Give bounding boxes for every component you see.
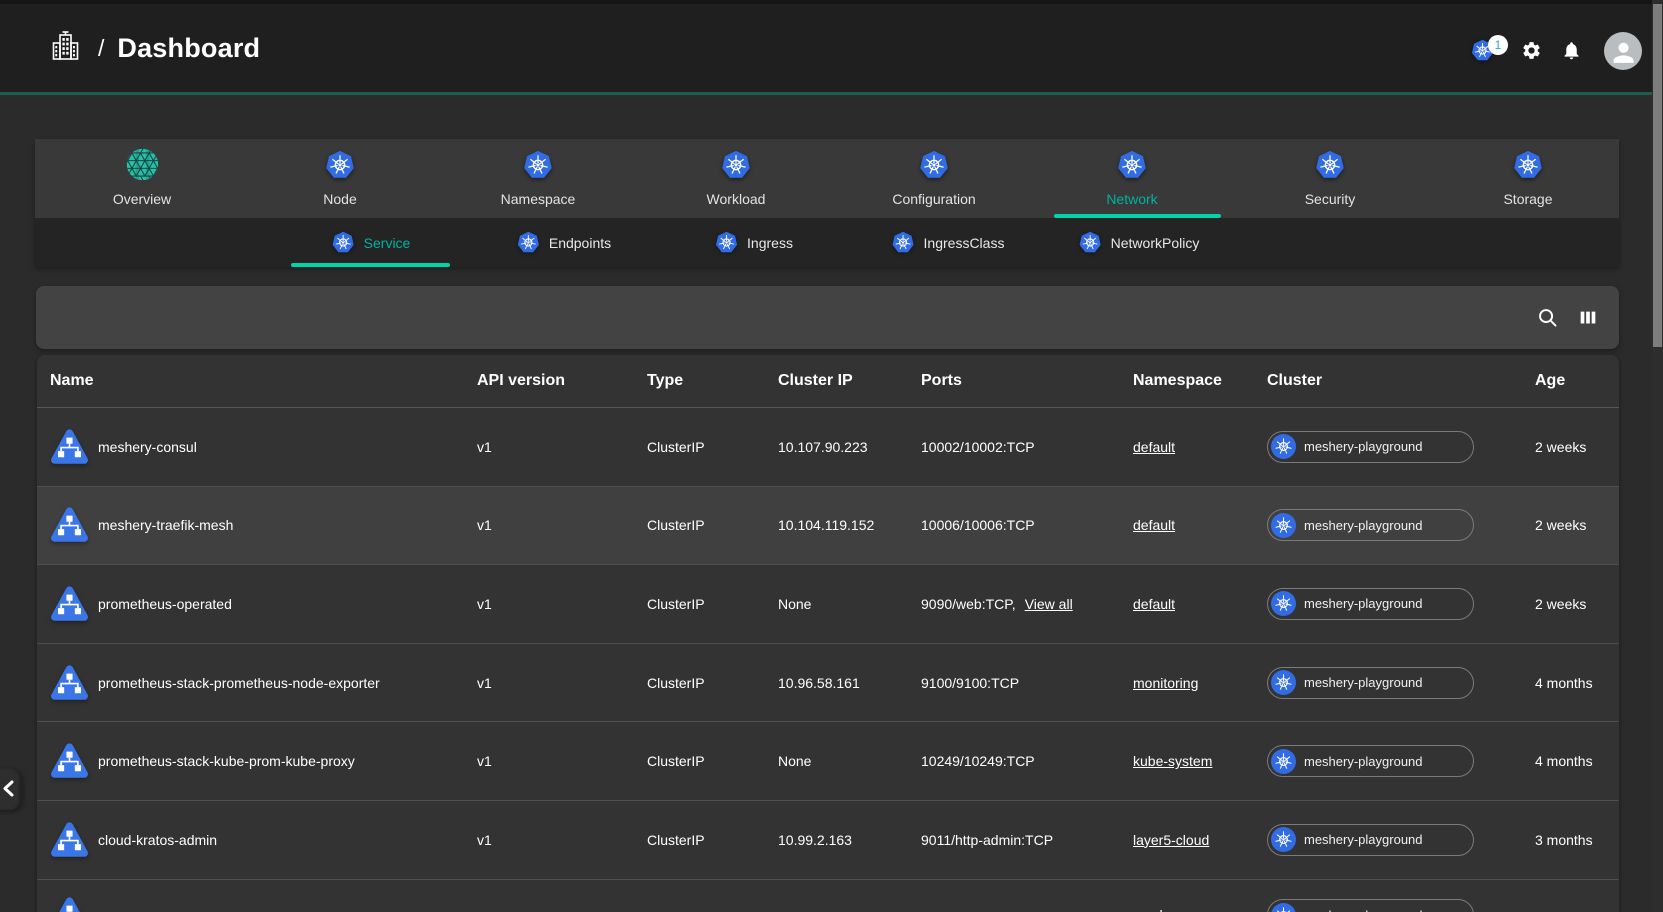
resource-tabbar: Overview Node Namespace Workload Configu…: [35, 139, 1619, 218]
buildings-icon[interactable]: [52, 31, 79, 65]
tab-security[interactable]: Security: [1231, 139, 1429, 218]
kubernetes-icon: [1271, 513, 1296, 538]
settings-gear-icon[interactable]: [1521, 40, 1542, 61]
column-header-age[interactable]: Age: [1535, 372, 1565, 390]
table-row[interactable]: cloud-kratos-admin v1 ClusterIP 10.99.2.…: [37, 801, 1619, 880]
service-resource-icon: [49, 662, 90, 703]
kubernetes-icon: [332, 231, 355, 254]
namespace-link[interactable]: default: [1133, 596, 1175, 612]
kubernetes-icon: [919, 147, 949, 182]
cluster-chip[interactable]: meshery-playground: [1267, 667, 1474, 699]
kubernetes-icon: [721, 147, 751, 182]
kubernetes-icon: [1315, 147, 1345, 182]
view-all-ports-link[interactable]: View all: [1025, 596, 1073, 612]
cluster-chip[interactable]: meshery-playground: [1267, 745, 1474, 777]
tab-node[interactable]: Node: [241, 139, 439, 218]
namespace-link[interactable]: kube-system: [1133, 753, 1212, 769]
notifications-bell-icon[interactable]: [1561, 40, 1582, 61]
table-row[interactable]: meshery meshery-playground: [37, 880, 1619, 912]
table-row[interactable]: meshery-traefik-mesh v1 ClusterIP 10.104…: [37, 487, 1619, 566]
breadcrumb: / Dashboard: [52, 31, 260, 65]
table-row[interactable]: meshery-consul v1 ClusterIP 10.107.90.22…: [37, 408, 1619, 487]
cluster-chip[interactable]: meshery-playground: [1267, 431, 1474, 463]
subtab-endpoints[interactable]: Endpoints: [517, 218, 611, 267]
service-resource-icon: [49, 741, 90, 782]
kubernetes-icon: [1079, 231, 1102, 254]
selected-subtab-indicator: [291, 263, 450, 267]
user-avatar[interactable]: [1604, 32, 1642, 70]
tab-workload[interactable]: Workload: [637, 139, 835, 218]
sidebar-collapse-handle[interactable]: [0, 768, 21, 810]
services-table: Name API version Type Cluster IP Ports N…: [37, 355, 1619, 912]
service-resource-icon: [49, 895, 90, 912]
page-scrollbar-thumb[interactable]: [1653, 4, 1662, 347]
chevron-left-icon: [2, 780, 14, 797]
column-header-api-version[interactable]: API version: [477, 372, 565, 390]
kubernetes-icon: [1271, 591, 1296, 616]
tab-network[interactable]: Network: [1033, 139, 1231, 218]
column-header-name[interactable]: Name: [50, 372, 94, 390]
subtab-networkpolicy[interactable]: NetworkPolicy: [1079, 218, 1200, 267]
kubernetes-icon: [892, 231, 915, 254]
tab-configuration[interactable]: Configuration: [835, 139, 1033, 218]
column-header-cluster[interactable]: Cluster: [1267, 372, 1322, 390]
kubernetes-resource-tabs-card: Overview Node Namespace Workload Configu…: [35, 139, 1619, 267]
cluster-chip[interactable]: meshery-playground: [1267, 824, 1474, 856]
breadcrumb-separator: /: [98, 35, 104, 62]
kubernetes-icon: [1271, 903, 1296, 912]
service-resource-icon: [49, 426, 90, 467]
subtab-ingress[interactable]: Ingress: [715, 218, 793, 267]
meshery-logo-icon: [126, 147, 159, 182]
kubernetes-icon: [1271, 434, 1296, 459]
page-title: Dashboard: [117, 33, 260, 64]
namespace-link[interactable]: default: [1133, 517, 1175, 533]
view-columns-icon[interactable]: [1577, 307, 1599, 329]
namespace-link[interactable]: monitoring: [1133, 675, 1198, 691]
column-header-type[interactable]: Type: [647, 372, 683, 390]
column-header-namespace[interactable]: Namespace: [1133, 372, 1222, 390]
column-header-cluster-ip[interactable]: Cluster IP: [778, 372, 853, 390]
table-row[interactable]: prometheus-stack-kube-prom-kube-proxy v1…: [37, 722, 1619, 801]
kubernetes-icon: [1271, 827, 1296, 852]
app-bar: / Dashboard 1: [0, 4, 1663, 95]
network-subtabbar: Service Endpoints Ingress IngressClass N…: [35, 218, 1619, 267]
search-icon[interactable]: [1536, 306, 1559, 329]
page-scrollbar-track[interactable]: [1652, 0, 1663, 912]
cluster-chip[interactable]: meshery-playground: [1267, 899, 1474, 912]
cluster-chip[interactable]: meshery-playground: [1267, 509, 1474, 541]
kubernetes-icon: [1117, 147, 1147, 182]
kubernetes-icon: [1271, 670, 1296, 695]
kubernetes-icon: [523, 147, 553, 182]
subtab-service[interactable]: Service: [332, 218, 411, 267]
kubernetes-icon: [517, 231, 540, 254]
cluster-count-badge[interactable]: 1: [1488, 35, 1508, 55]
kubernetes-icon: [715, 231, 738, 254]
service-resource-icon: [49, 583, 90, 624]
service-resource-icon: [49, 819, 90, 860]
kubernetes-icon: [1271, 749, 1296, 774]
column-header-ports[interactable]: Ports: [921, 372, 962, 390]
subtab-ingressclass[interactable]: IngressClass: [892, 218, 1005, 267]
namespace-link[interactable]: layer5-cloud: [1133, 832, 1209, 848]
kubernetes-icon: [1513, 147, 1543, 182]
tab-storage[interactable]: Storage: [1429, 139, 1619, 218]
table-header-row: Name API version Type Cluster IP Ports N…: [37, 355, 1619, 408]
kubernetes-icon: [325, 147, 355, 182]
service-resource-icon: [49, 505, 90, 546]
tab-namespace[interactable]: Namespace: [439, 139, 637, 218]
cluster-chip[interactable]: meshery-playground: [1267, 588, 1474, 620]
table-toolbar: [36, 286, 1619, 349]
table-row[interactable]: prometheus-stack-prometheus-node-exporte…: [37, 644, 1619, 723]
window-top-strip: [0, 0, 1663, 4]
namespace-link[interactable]: meshery: [1133, 907, 1187, 912]
namespace-link[interactable]: default: [1133, 439, 1175, 455]
table-row[interactable]: prometheus-operated v1 ClusterIP None 90…: [37, 565, 1619, 644]
tab-overview[interactable]: Overview: [43, 139, 241, 218]
